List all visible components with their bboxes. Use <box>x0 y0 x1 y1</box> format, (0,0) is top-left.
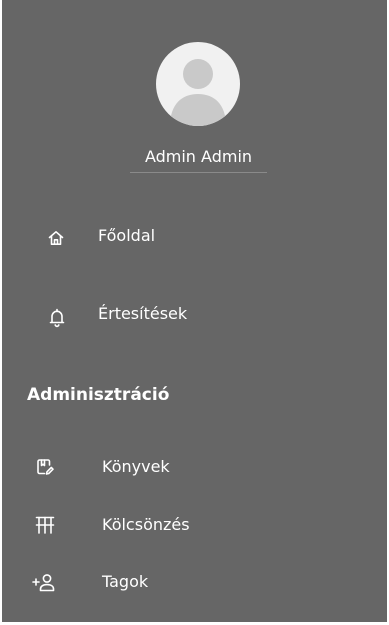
nav-item-home[interactable]: Főoldal <box>2 215 387 259</box>
bell-icon <box>49 308 65 328</box>
nav-item-notifications[interactable]: Értesítések <box>2 295 387 339</box>
nav-item-notifications-label: Értesítések <box>98 304 188 323</box>
book-edit-icon <box>37 459 54 475</box>
nav-item-books[interactable]: Könyvek <box>2 446 387 490</box>
user-name[interactable]: Admin Admin <box>130 146 267 173</box>
sidebar: Admin Admin Főoldal Értesítések Adminisz… <box>2 0 387 622</box>
nav-item-members[interactable]: Tagok <box>2 561 387 605</box>
nav-item-books-label: Könyvek <box>102 457 170 476</box>
nav-item-loans[interactable]: Kölcsönzés <box>2 503 387 547</box>
add-person-icon <box>32 574 55 592</box>
nav-item-members-label: Tagok <box>102 572 149 591</box>
section-title-administration: Adminisztráció <box>27 385 170 405</box>
person-silhouette-icon <box>170 59 226 126</box>
nav-item-loans-label: Kölcsönzés <box>102 515 190 534</box>
columns-icon <box>35 516 55 534</box>
nav-item-home-label: Főoldal <box>98 226 156 245</box>
home-icon <box>48 231 64 245</box>
avatar[interactable] <box>156 42 240 126</box>
